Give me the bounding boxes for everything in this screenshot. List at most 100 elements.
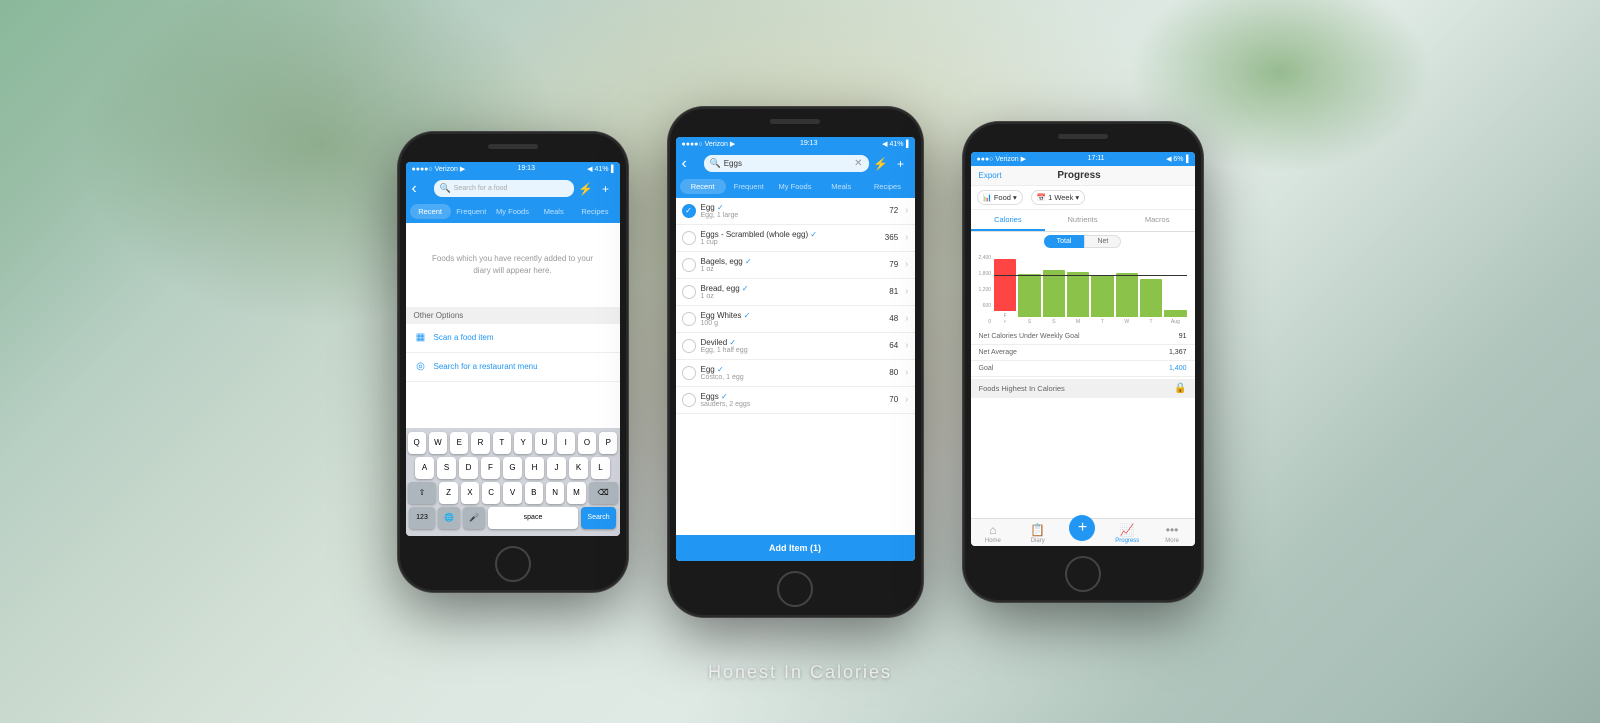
key-j[interactable]: J bbox=[547, 457, 566, 479]
key-globe[interactable]: 🌐 bbox=[438, 507, 460, 529]
bar-label-t2: T bbox=[1150, 319, 1153, 325]
key-b[interactable]: B bbox=[525, 482, 543, 504]
food-checkbox-6[interactable] bbox=[682, 366, 696, 380]
add-item-button[interactable]: Add Item (1) bbox=[676, 535, 915, 561]
food-chevron-0[interactable]: › bbox=[905, 205, 908, 216]
key-e[interactable]: E bbox=[450, 432, 468, 454]
food-item-0[interactable]: Egg ✓ Egg, 1 large 72 › bbox=[676, 198, 915, 225]
key-w[interactable]: W bbox=[429, 432, 447, 454]
tab-macros[interactable]: Macros bbox=[1120, 210, 1195, 231]
key-l[interactable]: L bbox=[591, 457, 610, 479]
key-mic[interactable]: 🎤 bbox=[463, 507, 485, 529]
tab-middle-recipes[interactable]: Recipes bbox=[864, 179, 910, 194]
food-checkbox-4[interactable] bbox=[682, 312, 696, 326]
key-g[interactable]: G bbox=[503, 457, 522, 479]
food-chevron-6[interactable]: › bbox=[905, 367, 908, 378]
key-y[interactable]: Y bbox=[514, 432, 532, 454]
nav-add[interactable]: + bbox=[1060, 523, 1105, 544]
search-bar-left[interactable]: 🔍 Search for a food bbox=[434, 180, 574, 197]
tab-left-recent[interactable]: Recent bbox=[410, 204, 451, 219]
food-item-1[interactable]: Eggs - Scrambled (whole egg) ✓ 1 cup 365… bbox=[676, 225, 915, 252]
key-s[interactable]: S bbox=[437, 457, 456, 479]
food-checkbox-0[interactable] bbox=[682, 204, 696, 218]
key-d[interactable]: D bbox=[459, 457, 478, 479]
bar-label-s1: S bbox=[1028, 319, 1031, 325]
nav-diary[interactable]: 📋 Diary bbox=[1015, 523, 1060, 544]
food-item-4[interactable]: Egg Whites ✓ 100 g 48 › bbox=[676, 306, 915, 333]
food-chevron-5[interactable]: › bbox=[905, 340, 908, 351]
tab-left-meals[interactable]: Meals bbox=[533, 204, 574, 219]
food-chevron-4[interactable]: › bbox=[905, 313, 908, 324]
key-n[interactable]: N bbox=[546, 482, 564, 504]
key-m[interactable]: M bbox=[567, 482, 585, 504]
tab-left-myfoods[interactable]: My Foods bbox=[492, 204, 533, 219]
food-item-7[interactable]: Eggs ✓ sauders, 2 eggs 70 › bbox=[676, 387, 915, 414]
key-a[interactable]: A bbox=[415, 457, 434, 479]
phone-right-home[interactable] bbox=[1065, 556, 1101, 592]
tab-middle-recent[interactable]: Recent bbox=[680, 179, 726, 194]
key-space[interactable]: space bbox=[488, 507, 578, 529]
back-button-middle[interactable]: ‹ bbox=[682, 155, 700, 173]
export-button[interactable]: Export bbox=[979, 171, 1002, 180]
key-o[interactable]: O bbox=[578, 432, 596, 454]
tab-middle-frequent[interactable]: Frequent bbox=[726, 179, 772, 194]
filter-icon-left[interactable]: ⚡ bbox=[578, 182, 594, 196]
food-item-2[interactable]: Bagels, egg ✓ 1 oz 79 › bbox=[676, 252, 915, 279]
food-checkbox-2[interactable] bbox=[682, 258, 696, 272]
key-k[interactable]: K bbox=[569, 457, 588, 479]
add-button-nav[interactable]: + bbox=[1069, 515, 1095, 541]
food-item-6[interactable]: Egg ✓ Costco, 1 egg 80 › bbox=[676, 360, 915, 387]
key-v[interactable]: V bbox=[503, 482, 521, 504]
add-icon-middle[interactable]: + bbox=[893, 157, 909, 171]
tab-middle-myfoods[interactable]: My Foods bbox=[772, 179, 818, 194]
food-checkbox-5[interactable] bbox=[682, 339, 696, 353]
toggle-net[interactable]: Net bbox=[1084, 235, 1121, 248]
key-backspace[interactable]: ⌫ bbox=[589, 482, 618, 504]
nav-more[interactable]: ••• More bbox=[1150, 523, 1195, 544]
key-search[interactable]: Search bbox=[581, 507, 616, 529]
search-clear-middle[interactable]: ✕ bbox=[854, 158, 862, 169]
food-chevron-7[interactable]: › bbox=[905, 394, 908, 405]
food-item-5[interactable]: Deviled ✓ Egg, 1 half egg 64 › bbox=[676, 333, 915, 360]
key-x[interactable]: X bbox=[461, 482, 479, 504]
key-r[interactable]: R bbox=[471, 432, 489, 454]
food-checkbox-7[interactable] bbox=[682, 393, 696, 407]
tab-middle-meals[interactable]: Meals bbox=[818, 179, 864, 194]
tab-nutrients[interactable]: Nutrients bbox=[1045, 210, 1120, 231]
scan-food-item[interactable]: ▦ Scan a food item bbox=[406, 324, 620, 353]
add-icon-left[interactable]: + bbox=[598, 182, 614, 196]
key-shift[interactable]: ⇧ bbox=[408, 482, 437, 504]
key-f[interactable]: F bbox=[481, 457, 500, 479]
bar-label-aug: Aug bbox=[1171, 319, 1180, 325]
filter-icon-middle[interactable]: ⚡ bbox=[873, 157, 889, 171]
food-chevron-3[interactable]: › bbox=[905, 286, 908, 297]
key-123[interactable]: 123 bbox=[409, 507, 435, 529]
nav-progress[interactable]: 📈 Progress bbox=[1105, 523, 1150, 544]
food-chevron-1[interactable]: › bbox=[905, 232, 908, 243]
key-h[interactable]: H bbox=[525, 457, 544, 479]
week-filter[interactable]: 📅 1 Week ▾ bbox=[1031, 190, 1085, 205]
key-c[interactable]: C bbox=[482, 482, 500, 504]
phone-left-home[interactable] bbox=[495, 546, 531, 582]
food-item-3[interactable]: Bread, egg ✓ 1 oz 81 › bbox=[676, 279, 915, 306]
key-u[interactable]: U bbox=[535, 432, 553, 454]
food-checkbox-3[interactable] bbox=[682, 285, 696, 299]
search-restaurant[interactable]: ◎ Search for a restaurant menu bbox=[406, 353, 620, 382]
food-chevron-2[interactable]: › bbox=[905, 259, 908, 270]
stat-label-0: Net Calories Under Weekly Goal bbox=[979, 333, 1080, 340]
toggle-total[interactable]: Total bbox=[1044, 235, 1085, 248]
key-q[interactable]: Q bbox=[408, 432, 426, 454]
phone-middle-home[interactable] bbox=[777, 571, 813, 607]
search-bar-middle[interactable]: 🔍 Eggs ✕ bbox=[704, 155, 869, 172]
back-button-left[interactable]: ‹ bbox=[412, 180, 430, 198]
tab-left-recipes[interactable]: Recipes bbox=[574, 204, 615, 219]
key-i[interactable]: I bbox=[557, 432, 575, 454]
key-z[interactable]: Z bbox=[439, 482, 457, 504]
food-filter[interactable]: 📊 Food ▾ bbox=[977, 190, 1023, 205]
tab-calories[interactable]: Calories bbox=[971, 210, 1046, 231]
key-p[interactable]: P bbox=[599, 432, 617, 454]
tab-left-frequent[interactable]: Frequent bbox=[451, 204, 492, 219]
nav-home[interactable]: ⌂ Home bbox=[971, 523, 1016, 544]
food-checkbox-1[interactable] bbox=[682, 231, 696, 245]
key-t[interactable]: T bbox=[493, 432, 511, 454]
